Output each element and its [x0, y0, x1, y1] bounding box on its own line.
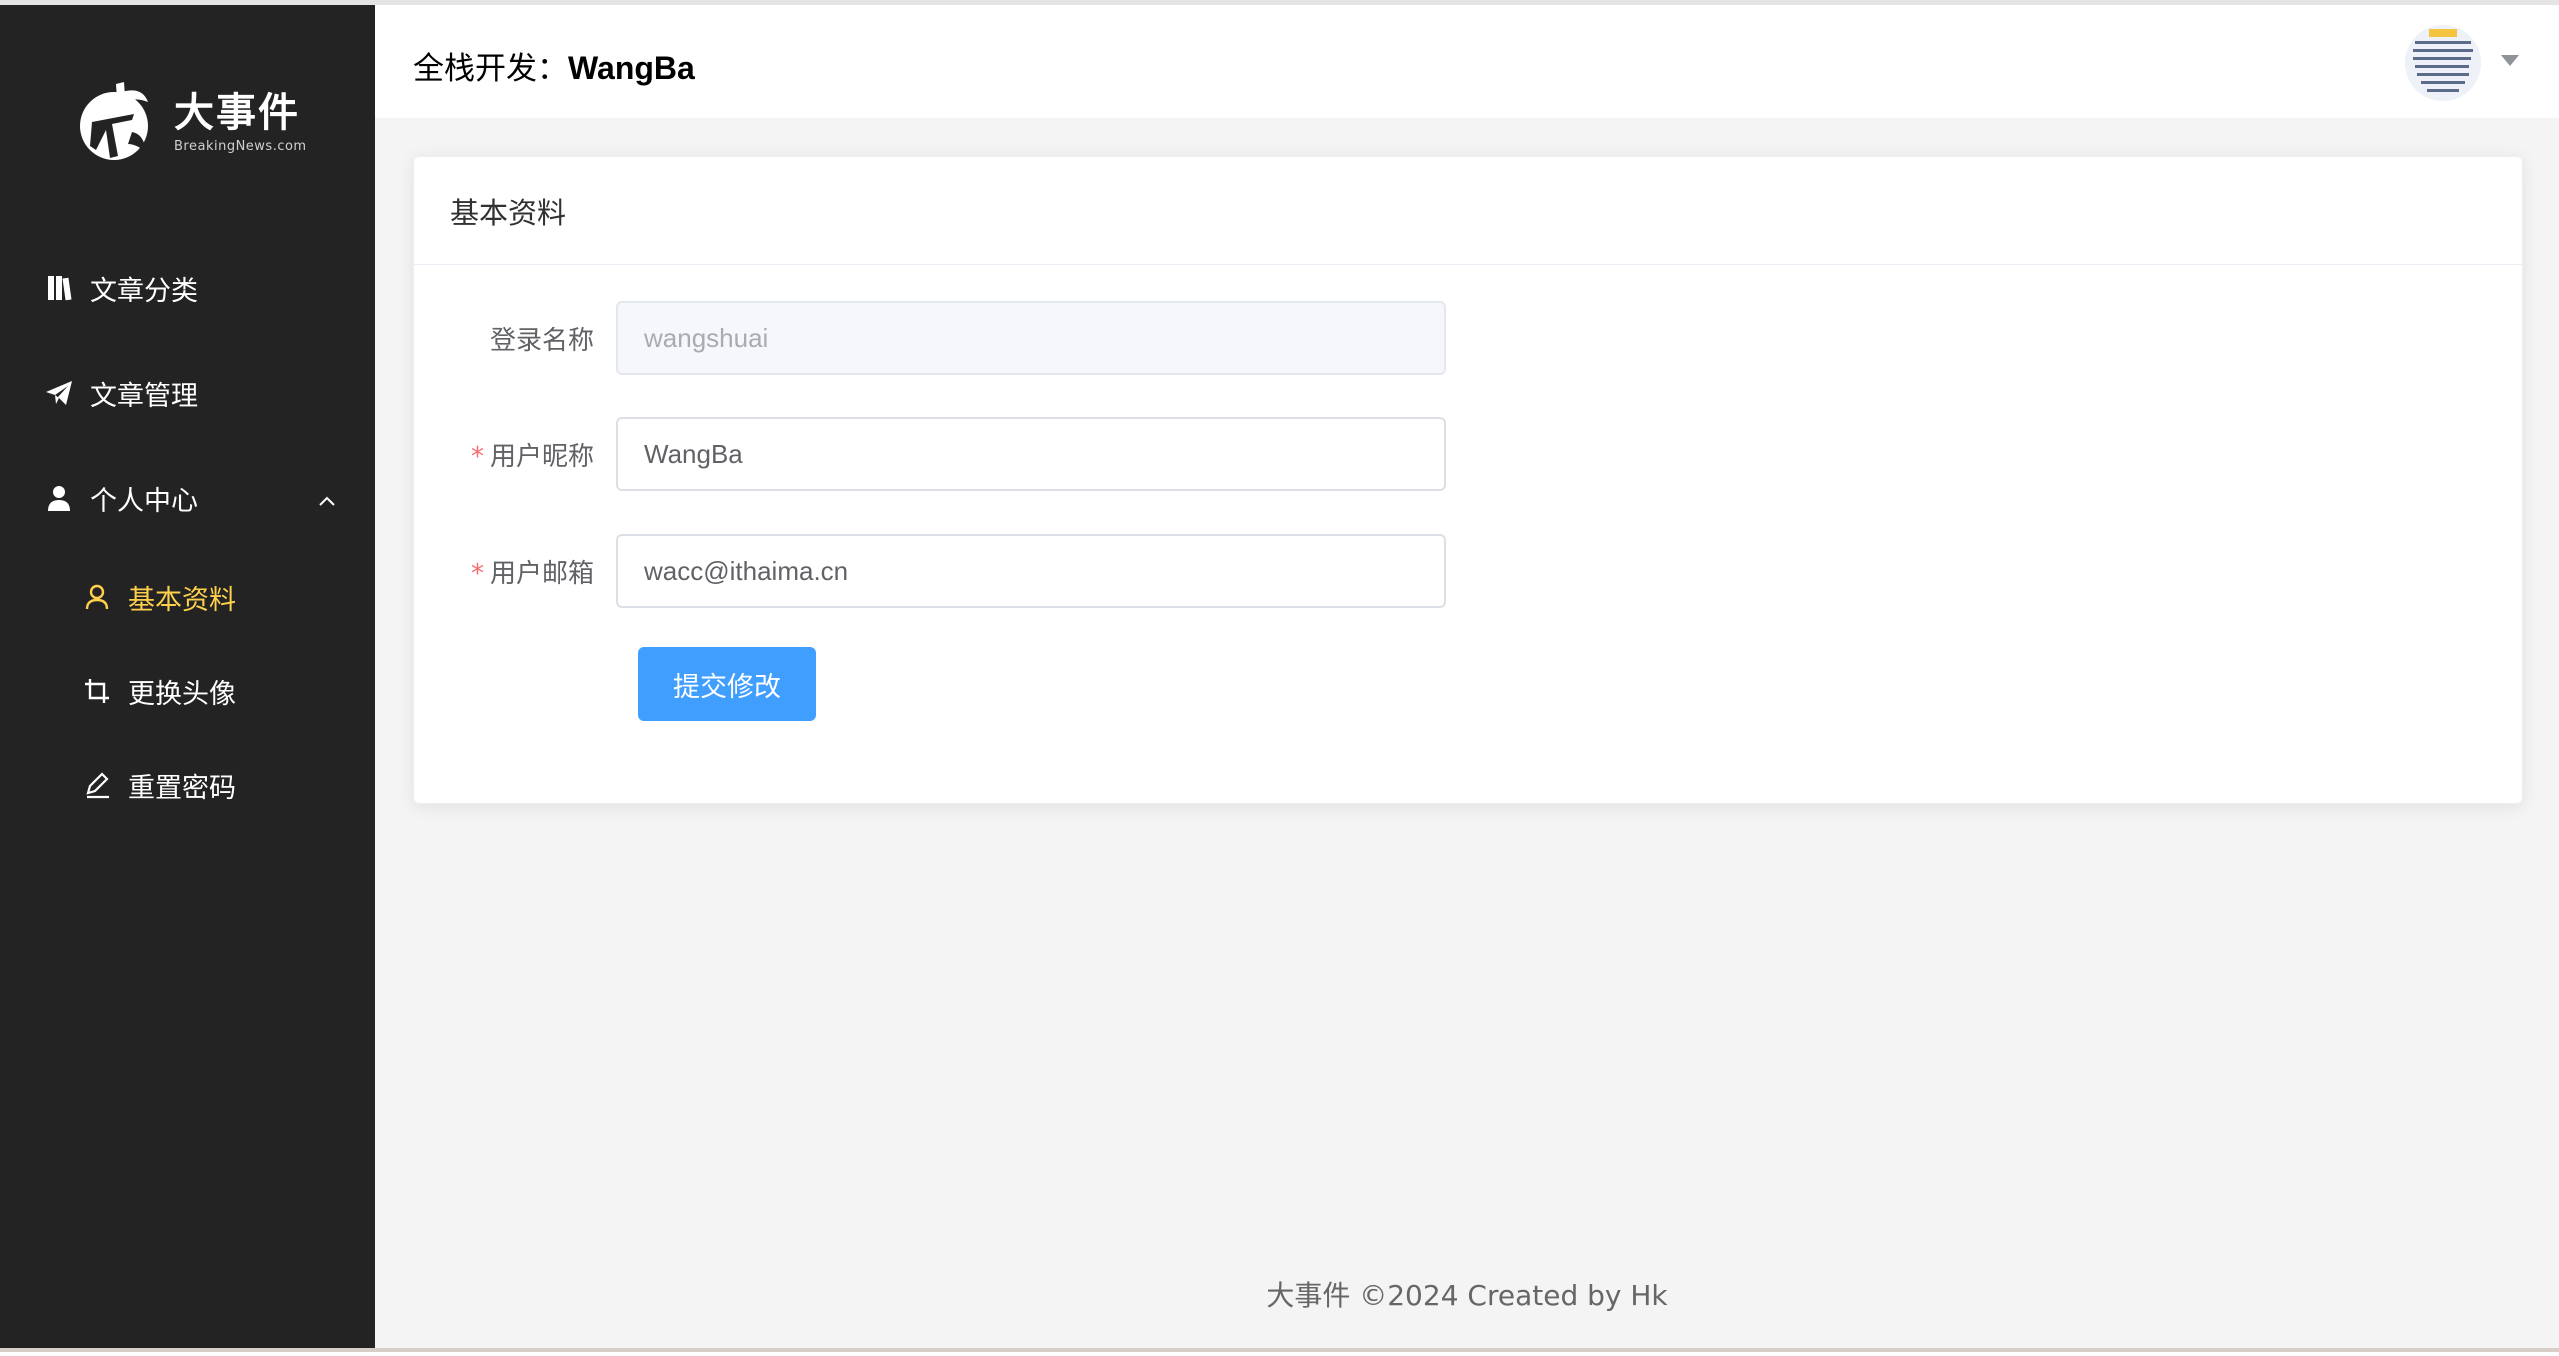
avatar[interactable]	[2405, 25, 2481, 101]
footer-text: 大事件 ©2024 Created by Hk	[1266, 1279, 1668, 1312]
login-name-input	[616, 301, 1446, 375]
menu-item-label: 文章分类	[90, 275, 198, 307]
logo-title: 大事件	[174, 88, 300, 136]
header-prefix: 全栈开发：	[413, 51, 568, 87]
header-title: 全栈开发：WangBa	[413, 43, 695, 88]
nickname-label-text: 用户昵称	[489, 441, 594, 472]
form-row-login-name: 登录名称	[414, 301, 1514, 375]
email-input[interactable]	[616, 534, 1446, 608]
menu-item-label: 个人中心	[90, 485, 198, 517]
submenu-item-reset-password[interactable]: 重置密码	[0, 753, 375, 817]
header-username: WangBa	[568, 50, 695, 86]
form-row-email: * 用户邮箱	[414, 534, 1514, 608]
submenu-item-label: 基本资料	[128, 584, 236, 616]
logo: 大事件 BreakingNews.com	[72, 67, 312, 177]
caret-down-icon[interactable]	[2501, 55, 2519, 66]
chevron-up-icon[interactable]	[317, 488, 337, 508]
submenu-item-label: 重置密码	[128, 772, 236, 804]
sidebar: 大事件 BreakingNews.com 文章分类 文章管理 个人中心 基本资料…	[0, 5, 375, 1348]
menu-item-label: 文章管理	[90, 380, 198, 412]
main-content: 基本资料 登录名称 *用户昵称 *用户邮箱 提交修改	[375, 118, 2559, 1348]
menu-item-article-manage[interactable]: 文章管理	[0, 361, 375, 425]
submit-button[interactable]: 提交修改	[638, 647, 816, 721]
user-outline-icon	[80, 580, 114, 614]
logo-mark-icon	[72, 72, 168, 172]
card-title: 基本资料	[414, 157, 2522, 265]
edit-pen-icon	[80, 768, 114, 802]
submenu-item-basic-info[interactable]: 基本资料	[0, 565, 375, 629]
profile-card: 基本资料 登录名称 *用户昵称 *用户邮箱 提交修改	[413, 156, 2523, 804]
submenu-item-label: 更换头像	[128, 678, 236, 710]
required-mark: *	[470, 441, 484, 472]
nickname-input[interactable]	[616, 417, 1446, 491]
login-name-label-text: 登录名称	[489, 325, 594, 356]
book-icon	[42, 271, 76, 305]
user-icon	[42, 481, 76, 515]
login-name-label: 登录名称	[414, 320, 616, 357]
app-window: 大事件 BreakingNews.com 文章分类 文章管理 个人中心 基本资料…	[0, 0, 2559, 1352]
required-mark: *	[470, 558, 484, 589]
logo-subtitle: BreakingNews.com	[174, 138, 307, 154]
top-header: 全栈开发：WangBa	[375, 5, 2559, 118]
menu-item-personal-center[interactable]: 个人中心	[0, 466, 375, 530]
email-label-text: 用户邮箱	[489, 558, 594, 589]
menu-item-article-category[interactable]: 文章分类	[0, 256, 375, 320]
paper-plane-icon	[42, 376, 76, 410]
nickname-label: * 用户昵称	[414, 436, 616, 473]
email-label: * 用户邮箱	[414, 553, 616, 590]
form-row-nickname: * 用户昵称	[414, 417, 1514, 491]
crop-icon	[80, 674, 114, 708]
submenu-item-change-avatar[interactable]: 更换头像	[0, 659, 375, 723]
